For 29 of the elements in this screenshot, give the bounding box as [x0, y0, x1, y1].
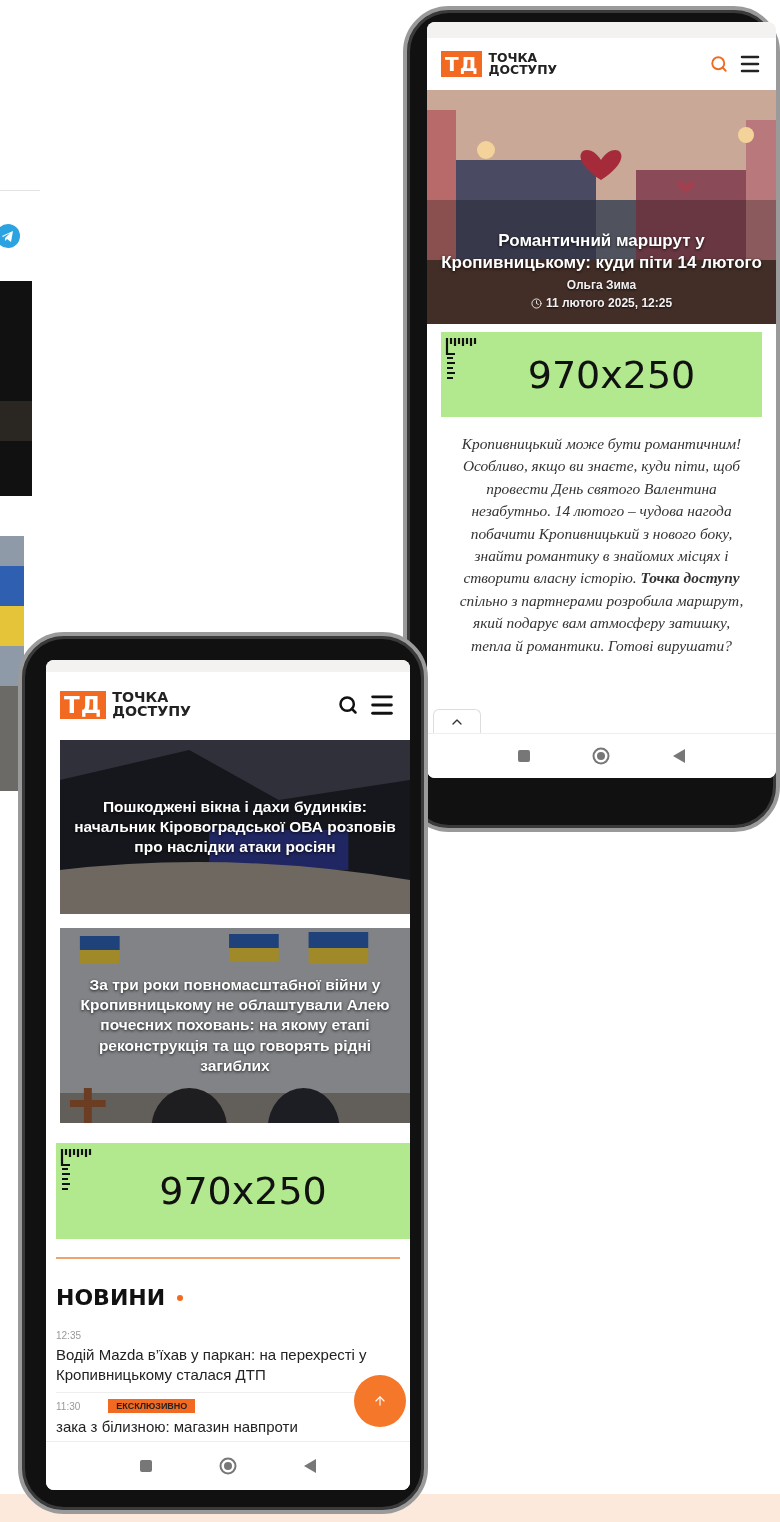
news-headline[interactable]: Водій Mazda в’їхав у паркан: на перехресті у Кропивницькому сталася ДТП	[56, 1345, 400, 1384]
clock-icon	[530, 297, 542, 309]
news-time: 11:30	[56, 1400, 81, 1412]
logo-text[interactable]: ТОЧКА	[488, 52, 558, 64]
ad-size-label: 970x250	[526, 352, 696, 397]
ad-size-label: 970x250	[158, 1169, 327, 1213]
section-title: НОВИНИ	[56, 1285, 166, 1310]
search-icon[interactable]	[336, 693, 360, 717]
home-icon[interactable]	[592, 747, 611, 765]
logo-text[interactable]: ДОСТУПУ	[488, 64, 558, 76]
ruler-icon	[445, 336, 479, 380]
exclusive-tag: ЕКСКЛЮЗИВНО	[108, 1399, 196, 1413]
article-author: Ольга Зима	[566, 278, 637, 292]
logo-text[interactable]: ТОЧКА	[112, 691, 192, 705]
article-date: 11 лютого 2025, 12:25	[545, 296, 673, 310]
dot-icon	[177, 1294, 184, 1301]
news-headline[interactable]: зака з білизною: магазин навпроти	[56, 1417, 298, 1437]
back-icon[interactable]	[304, 1459, 317, 1473]
news-time: 12:35	[56, 1330, 82, 1341]
article-lead: Кропивницький може бути романтичним! Особливо, якщо ви знаєте, куди піти, щоб провести День святого Валентина незабутньо. 14 лютого – чудова нагода побачити Кропивницький з нового боку, знайти романтику в знайомих місцях і створити власну історію. Точка доступу спільно з партнерами розробила маршрут, який подарує вам атмосферу затишку, тепла й романтики. Готові вирушати?	[458, 434, 745, 656]
article-title: Романтичний маршрут у Кропивницькому: куди піти 14 лютого	[441, 229, 762, 274]
square-icon[interactable]	[139, 1460, 152, 1472]
ruler-icon	[60, 1147, 94, 1191]
telegram-icon[interactable]	[0, 224, 20, 248]
logo-text[interactable]: ДОСТУПУ	[112, 705, 192, 719]
scroll-up-button[interactable]	[433, 709, 481, 733]
back-icon[interactable]	[672, 749, 685, 763]
home-icon[interactable]	[219, 1457, 237, 1475]
square-icon[interactable]	[518, 750, 531, 762]
